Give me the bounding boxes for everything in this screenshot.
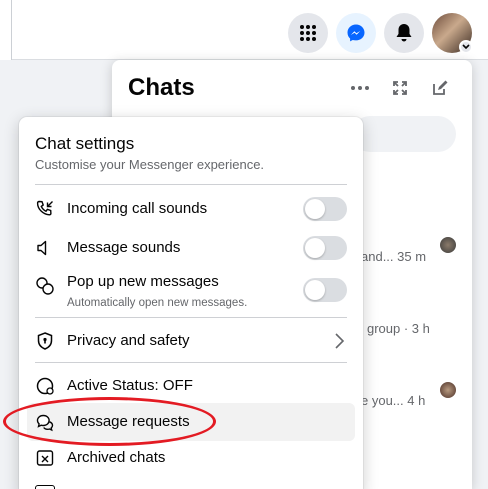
message-sounds-label: Message sounds (67, 239, 181, 256)
incoming-call-sounds-row[interactable]: Incoming call sounds (27, 190, 355, 228)
new-message-button[interactable] (426, 74, 454, 102)
messenger-button[interactable] (336, 13, 376, 53)
notifications-button[interactable] (384, 13, 424, 53)
active-status-label: Active Status: OFF (67, 377, 193, 394)
active-status-icon (35, 376, 55, 396)
settings-subtitle: Customise your Messenger experience. (35, 157, 265, 172)
chevron-right-icon (335, 333, 345, 349)
toggle-knob (305, 238, 325, 258)
divider (35, 362, 347, 363)
incoming-call-sounds-label: Incoming call sounds (67, 200, 208, 217)
popup-messages-label: Pop up new messages (67, 273, 219, 290)
toggle-knob (305, 280, 325, 300)
message-requests-label: Message requests (67, 413, 190, 430)
top-navbar (0, 0, 488, 60)
chat-preview-snippet[interactable]: e you... 4 h (361, 393, 425, 408)
incoming-call-sounds-toggle[interactable] (303, 197, 347, 221)
more-dots-icon (351, 86, 369, 90)
next-menu-row-cutoff[interactable] (27, 477, 355, 489)
chat-options-button[interactable] (346, 74, 374, 102)
phone-incoming-icon (35, 199, 55, 219)
menu-row-icon (35, 485, 55, 489)
open-full-messenger-button[interactable] (386, 74, 414, 102)
chevron-down-icon (462, 44, 470, 50)
popup-messages-sublabel: Automatically open new messages. (67, 297, 248, 309)
search-messenger-input[interactable] (352, 116, 456, 152)
chat-settings-menu: Chat settings Customise your Messenger e… (19, 117, 363, 489)
chats-title: Chats (128, 74, 195, 101)
shield-icon (35, 331, 55, 351)
popup-messages-row[interactable]: Pop up new messages Automatically open n… (27, 269, 355, 315)
privacy-and-safety-label: Privacy and safety (67, 332, 190, 349)
messenger-icon (347, 24, 365, 42)
expand-icon (393, 81, 407, 95)
account-menu-button[interactable] (459, 40, 473, 54)
active-status-row[interactable]: Active Status: OFF (27, 367, 355, 405)
message-requests-icon (35, 412, 55, 432)
divider (35, 184, 347, 185)
message-sounds-toggle[interactable] (303, 236, 347, 260)
archive-icon (35, 448, 55, 468)
chat-avatar (440, 237, 456, 253)
speaker-icon (35, 238, 55, 258)
chat-bubbles-icon (35, 276, 55, 296)
chat-preview-snippet[interactable]: and... 35 m (361, 249, 426, 264)
chat-avatar (440, 382, 456, 398)
message-requests-row[interactable]: Message requests (27, 403, 355, 441)
search-box-edge (0, 0, 12, 60)
bell-icon (396, 24, 412, 42)
privacy-and-safety-row[interactable]: Privacy and safety (27, 322, 355, 360)
compose-icon (433, 80, 448, 95)
archived-chats-label: Archived chats (67, 449, 166, 466)
popup-messages-toggle[interactable] (303, 278, 347, 302)
archived-chats-row[interactable]: Archived chats (27, 439, 355, 477)
menu-grid-button[interactable] (288, 13, 328, 53)
toggle-knob (305, 199, 325, 219)
message-sounds-row[interactable]: Message sounds (27, 229, 355, 267)
settings-title: Chat settings (35, 134, 135, 153)
divider (35, 317, 347, 318)
chat-preview-snippet[interactable]: group · 3 h (367, 321, 430, 336)
menu-grid-icon (300, 25, 316, 41)
